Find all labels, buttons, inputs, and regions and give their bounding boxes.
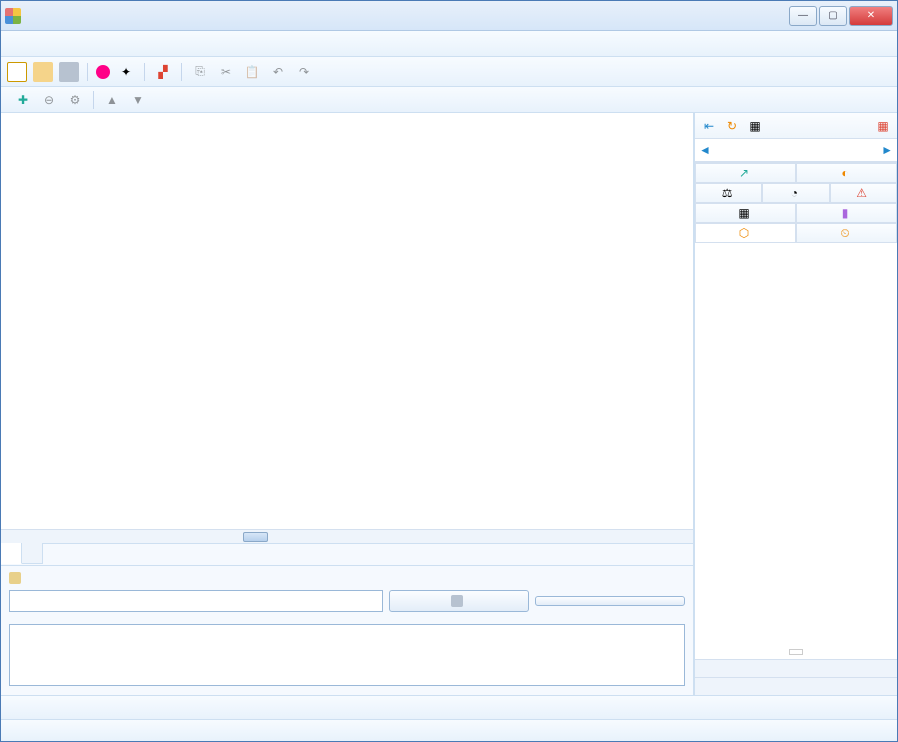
close-button[interactable]: ✕: [849, 6, 893, 26]
name-icon: [9, 572, 21, 584]
wizard-icon[interactable]: [96, 65, 110, 79]
line-icon: ↗: [739, 166, 749, 180]
paste-icon[interactable]: 📋: [242, 62, 262, 82]
titlebar: — ▢ ✕: [1, 1, 897, 31]
tab-gauge[interactable]: ◔: [762, 183, 829, 203]
pie-icon: ◐: [841, 166, 848, 180]
delete-kpi-icon[interactable]: ⊖: [39, 90, 59, 110]
wand-icon[interactable]: ✦: [116, 62, 136, 82]
tab-risk[interactable]: ⚠: [830, 183, 897, 203]
menubar: [1, 31, 897, 57]
cal-next-icon[interactable]: ►: [881, 143, 893, 157]
radar-chart: [699, 251, 893, 645]
add-kpi-icon[interactable]: ✚: [13, 90, 33, 110]
main-area: ⇤ ↻ ▦ ▦ ◄► ↗ ◐ ⚖ ◔ ⚠ ▦ ▮ ⬡ ⏲: [1, 113, 897, 695]
tab-performance[interactable]: [22, 543, 43, 564]
initiatives-button[interactable]: [389, 590, 529, 612]
weight-icon: ⚖: [722, 186, 733, 200]
tab-kpi-overview[interactable]: ▦: [695, 203, 796, 223]
bar-icon: ▮: [842, 206, 849, 220]
save-icon[interactable]: [59, 62, 79, 82]
cut-icon[interactable]: ✂: [216, 62, 236, 82]
move-down-icon[interactable]: ▼: [128, 90, 148, 110]
maximize-button[interactable]: ▢: [819, 6, 847, 26]
refresh-date-icon[interactable]: ↻: [722, 116, 742, 136]
open-icon[interactable]: [33, 62, 53, 82]
manage-bar: ✚ ⊖ ⚙ ▲ ▼: [1, 87, 897, 113]
date-toolbar: ⇤ ↻ ▦ ▦: [695, 113, 897, 139]
chart-type-tabs: ↗ ◐ ⚖ ◔ ⚠ ▦ ▮ ⬡ ⏲: [695, 162, 897, 243]
tab-time[interactable]: ⏲: [796, 223, 897, 243]
left-pane: [1, 113, 695, 695]
copy-icon[interactable]: ⎘: [190, 62, 210, 82]
tab-general[interactable]: [1, 543, 22, 564]
time-icon: ⏲: [840, 226, 849, 241]
calendar-icon[interactable]: ▦: [745, 116, 765, 136]
prev-date-icon[interactable]: ⇤: [699, 116, 719, 136]
groupby-row: [695, 677, 897, 695]
statusbar: [1, 719, 897, 741]
right-pane: ⇤ ↻ ▦ ▦ ◄► ↗ ◐ ⚖ ◔ ⚠ ▦ ▮ ⬡ ⏲: [695, 113, 897, 695]
calendar-header: [711, 148, 881, 152]
detail-pane: [1, 565, 693, 695]
window-buttons: — ▢ ✕: [789, 6, 893, 26]
cal-prev-icon[interactable]: ◄: [699, 143, 711, 157]
overview-icon: ▦: [738, 206, 749, 220]
app-window: — ▢ ✕ ✦ ▞ ⎘ ✂ 📋 ↶ ↷ ✚ ⊖ ⚙ ▲ ▼: [0, 0, 898, 742]
undo-icon[interactable]: ↶: [268, 62, 288, 82]
chart-legend: [789, 649, 803, 655]
doc-props-button[interactable]: [535, 596, 685, 606]
chart-area: [695, 243, 897, 659]
detail-tabs: [1, 543, 693, 565]
tab-bar[interactable]: ▮: [796, 203, 897, 223]
tab-weight[interactable]: ⚖: [695, 183, 762, 203]
clipboard-icon: [451, 595, 463, 607]
radar-icon: ⬡: [739, 226, 749, 240]
minimize-button[interactable]: —: [789, 6, 817, 26]
props-icon[interactable]: ⚙: [65, 90, 85, 110]
new-icon[interactable]: [7, 62, 27, 82]
horizontal-scrollbar[interactable]: [1, 529, 693, 543]
description-textarea[interactable]: [9, 624, 685, 686]
kpi-tree-grid[interactable]: [1, 113, 693, 529]
move-up-icon[interactable]: ▲: [102, 90, 122, 110]
risk-icon: ⚠: [856, 186, 867, 200]
redo-icon[interactable]: ↷: [294, 62, 314, 82]
tab-optimization[interactable]: ↗: [695, 163, 796, 183]
calendar[interactable]: ◄►: [695, 139, 897, 162]
view-row: [695, 659, 897, 677]
footer-tabs: [1, 695, 897, 719]
gauge-icon: ◔: [791, 186, 798, 200]
name-input[interactable]: [9, 590, 383, 612]
date-settings-icon[interactable]: ▦: [873, 116, 893, 136]
toolbar: ✦ ▞ ⎘ ✂ 📋 ↶ ↷: [1, 57, 897, 87]
tab-radar[interactable]: ⬡: [695, 223, 796, 243]
app-icon: [5, 8, 21, 24]
chart-icon[interactable]: ▞: [153, 62, 173, 82]
tab-pie[interactable]: ◐: [796, 163, 897, 183]
